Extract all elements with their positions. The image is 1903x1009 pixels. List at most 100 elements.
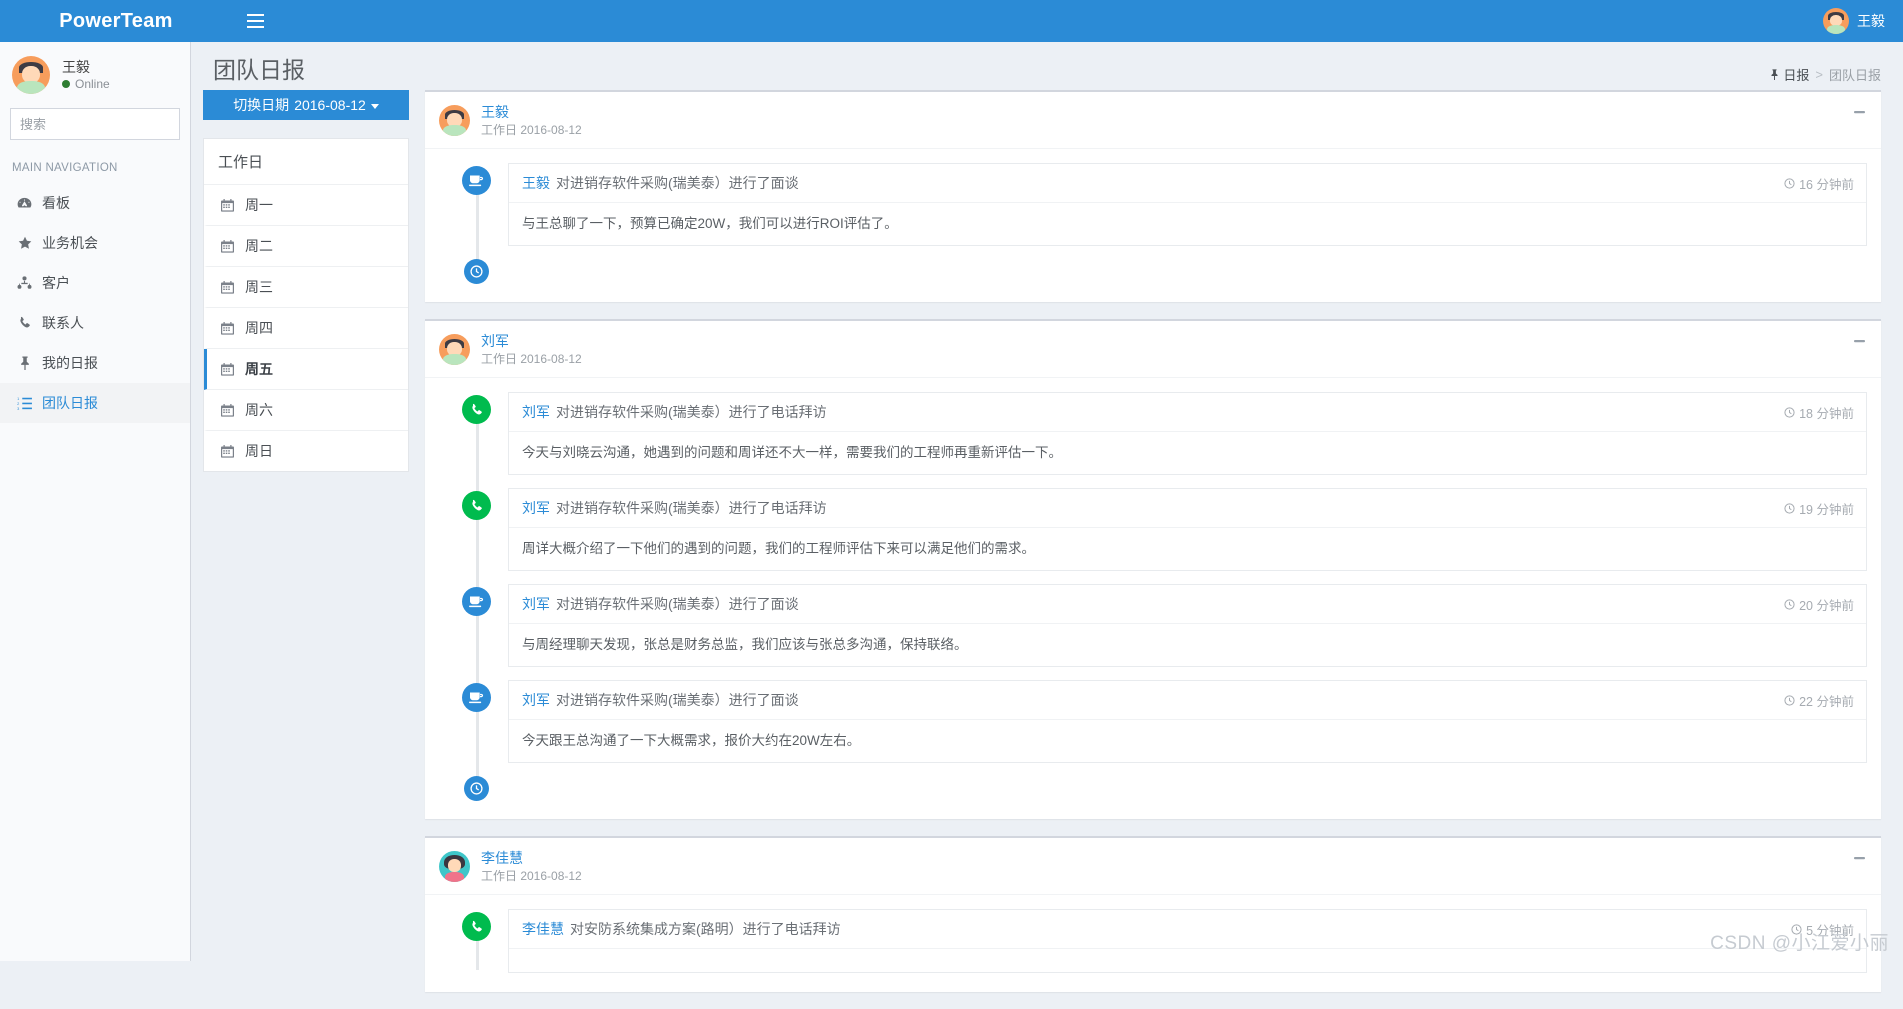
collapse-button[interactable] [1849, 331, 1869, 351]
timeline-entry-body: 李佳慧 对安防系统集成方案(路明）进行了电话拜访 5 分钟前 [508, 909, 1867, 973]
sidebar-user-panel[interactable]: 王毅 Online [0, 42, 190, 108]
timeline-entry-header: 刘军 对进销存软件采购(瑞美泰）进行了面谈 22 分钟前 [509, 681, 1866, 720]
page-title: 团队日报 [213, 57, 305, 83]
weekday-item-tue[interactable]: 周二 [204, 226, 408, 267]
timeline-entry-body: 王毅 对进销存软件采购(瑞美泰）进行了面谈 16 分钟前 与王总聊了一下，预算已… [508, 163, 1867, 246]
entry-author[interactable]: 刘军 [522, 498, 550, 518]
phone-icon [462, 912, 491, 941]
entry-text: 周详大概介绍了一下他们的遇到的问题，我们的工程师评估下来可以满足他们的需求。 [522, 541, 1035, 556]
entry-author[interactable]: 刘军 [522, 690, 550, 710]
report-author-name[interactable]: 刘军 [481, 333, 509, 349]
entry-action: 对进销存软件采购(瑞美泰）进行了面谈 [556, 175, 799, 191]
timeline-entry-body: 刘军 对进销存软件采购(瑞美泰）进行了电话拜访 19 分钟前 周详大概介绍了一下… [508, 488, 1867, 571]
entry-time-label: 22 分钟前 [1799, 694, 1854, 709]
timeline: 刘军 对进销存软件采购(瑞美泰）进行了电话拜访 18 分钟前 今天与刘晓云沟通，… [445, 378, 1881, 819]
timeline-entry: 刘军 对进销存软件采购(瑞美泰）进行了电话拜访 19 分钟前 周详大概介绍了一下… [459, 488, 1867, 571]
timeline: 李佳慧 对安防系统集成方案(路明）进行了电话拜访 5 分钟前 [445, 895, 1881, 992]
hamburger-icon[interactable] [232, 0, 278, 42]
report-card-header: 王毅 工作日 2016-08-12 [425, 92, 1881, 149]
report-card: 刘军 工作日 2016-08-12 刘军 对进销存软件采购(瑞美泰）进行了电话拜… [425, 319, 1881, 819]
header-user-menu[interactable]: 王毅 [1813, 0, 1903, 42]
date-switcher-button[interactable]: 切换日期 2016-08-12 [203, 90, 409, 120]
clock-icon [1784, 177, 1795, 189]
chevron-down-icon [370, 103, 379, 109]
entry-author[interactable]: 王毅 [522, 173, 550, 193]
search-input[interactable] [11, 116, 205, 132]
entry-action: 对安防系统集成方案(路明）进行了电话拜访 [570, 921, 841, 937]
sidebar-item-dashboard[interactable]: 看板 [0, 183, 190, 223]
collapse-button[interactable] [1849, 848, 1869, 868]
avatar [439, 851, 470, 882]
weekday-item-sun[interactable]: 周日 [204, 431, 408, 471]
avatar [439, 105, 470, 136]
clock-icon [1784, 694, 1795, 706]
nav-section-header: MAIN NAVIGATION [12, 162, 118, 174]
timeline-entry-header: 李佳慧 对安防系统集成方案(路明）进行了电话拜访 5 分钟前 [509, 910, 1866, 949]
sidebar: 王毅 Online MAIN NAVIGATION 看板 [0, 42, 225, 961]
breadcrumb-root[interactable]: 日报 [1770, 65, 1809, 84]
entry-text: 与王总聊了一下，预算已确定20W，我们可以进行ROI评估了。 [522, 216, 898, 231]
entry-timestamp: 22 分钟前 [1784, 691, 1854, 710]
online-dot-icon [62, 80, 70, 88]
entry-author[interactable]: 李佳慧 [522, 919, 564, 939]
calendar-icon [221, 239, 236, 253]
weekday-item-label: 周三 [245, 279, 273, 295]
timeline-entry-header: 刘军 对进销存软件采购(瑞美泰）进行了电话拜访 18 分钟前 [509, 393, 1866, 432]
weekday-item-mon[interactable]: 周一 [204, 185, 408, 226]
entry-action: 对进销存软件采购(瑞美泰）进行了电话拜访 [556, 404, 827, 420]
entry-time-label: 16 分钟前 [1799, 177, 1854, 192]
weekday-item-fri[interactable]: 周五 [204, 349, 408, 390]
report-author-name[interactable]: 李佳慧 [481, 850, 523, 866]
sidebar-item-opportunities[interactable]: 业务机会 [0, 223, 190, 263]
report-author-name[interactable]: 王毅 [481, 104, 509, 120]
weekday-item-label: 周四 [245, 320, 273, 336]
timeline-end-clock-icon [464, 259, 489, 284]
report-card: 王毅 工作日 2016-08-12 王毅 对进销存软件采购(瑞美泰）进行了面谈 … [425, 90, 1881, 302]
clock-icon [1784, 598, 1795, 610]
collapse-button[interactable] [1849, 102, 1869, 122]
clock-icon [1784, 406, 1795, 418]
sidebar-item-label: 业务机会 [42, 235, 98, 251]
report-subtitle: 工作日 2016-08-12 [481, 123, 582, 137]
calendar-icon [221, 198, 236, 212]
entry-time-label: 5 分钟前 [1806, 923, 1854, 938]
timeline: 王毅 对进销存软件采购(瑞美泰）进行了面谈 16 分钟前 与王总聊了一下，预算已… [445, 149, 1881, 302]
timeline-end-clock-icon [464, 776, 489, 801]
sidebar-nav: 看板 业务机会 客户 联系人 我的日报 1 2 3 团队日报 [0, 183, 190, 423]
entry-time-label: 19 分钟前 [1799, 502, 1854, 517]
sidebar-item-label: 看板 [42, 195, 70, 211]
weekday-item-label: 周六 [245, 402, 273, 418]
avatar [439, 334, 470, 365]
breadcrumb: 日报 > 团队日报 [1770, 56, 1881, 84]
date-switcher-value: 2016-08-12 [294, 97, 366, 113]
entry-action: 对进销存软件采购(瑞美泰）进行了面谈 [556, 596, 799, 612]
sidebar-item-team-reports[interactable]: 1 2 3 团队日报 [0, 383, 190, 423]
phone-icon [462, 491, 491, 520]
app-logo[interactable]: PowerTeam [0, 0, 232, 42]
entry-author[interactable]: 刘军 [522, 402, 550, 422]
sidebar-item-customers[interactable]: 客户 [0, 263, 190, 303]
calendar-icon [221, 362, 236, 376]
timeline-entry: 李佳慧 对安防系统集成方案(路明）进行了电话拜访 5 分钟前 [459, 909, 1867, 973]
coffee-icon [462, 166, 491, 195]
entry-timestamp: 18 分钟前 [1784, 403, 1854, 422]
entry-text: 今天跟王总沟通了一下大概需求，报价大约在20W左右。 [522, 733, 861, 748]
weekday-item-wed[interactable]: 周三 [204, 267, 408, 308]
pin-icon [16, 356, 33, 370]
sidebar-item-my-reports[interactable]: 我的日报 [0, 343, 190, 383]
sidebar-user-status: Online [62, 76, 110, 92]
reports-column: 王毅 工作日 2016-08-12 王毅 对进销存软件采购(瑞美泰）进行了面谈 … [425, 90, 1881, 1009]
weekday-item-thu[interactable]: 周四 [204, 308, 408, 349]
phone-icon [16, 316, 33, 330]
sidebar-item-label: 我的日报 [42, 355, 98, 371]
report-subtitle: 工作日 2016-08-12 [481, 869, 582, 883]
entry-timestamp: 16 分钟前 [1784, 174, 1854, 193]
left-column: 切换日期 2016-08-12 工作日 周一 周二 周三 周四 周五 周六 周日 [203, 90, 409, 1009]
sidebar-item-contacts[interactable]: 联系人 [0, 303, 190, 343]
star-icon [16, 236, 33, 250]
calendar-icon [221, 321, 236, 335]
weekday-item-sat[interactable]: 周六 [204, 390, 408, 431]
entry-author[interactable]: 刘军 [522, 594, 550, 614]
entry-text: 与周经理聊天发现，张总是财务总监，我们应该与张总多沟通，保持联络。 [522, 637, 968, 652]
pin-icon [1770, 69, 1779, 80]
